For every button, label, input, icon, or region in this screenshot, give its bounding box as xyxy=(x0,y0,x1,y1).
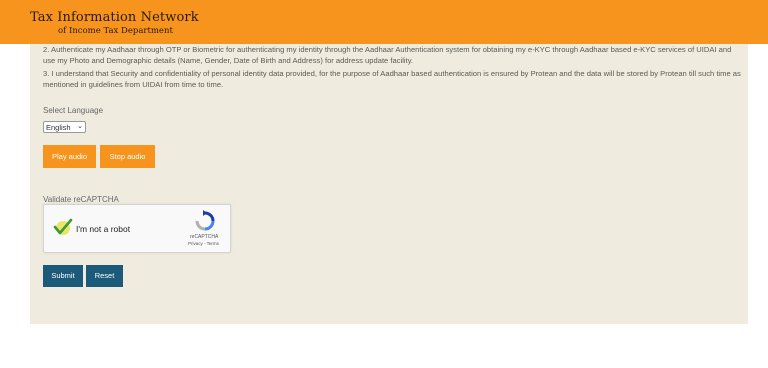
recaptcha-brand: reCAPTCHA xyxy=(190,234,219,240)
language-select[interactable]: English ⌄ xyxy=(43,121,86,133)
chevron-down-icon: ⌄ xyxy=(77,123,83,130)
consent-panel: 2. Authenticate my Aadhaar through OTP o… xyxy=(30,44,748,324)
site-subtitle: of Income Tax Department xyxy=(58,26,173,36)
recaptcha-label: Validate reCAPTCHA xyxy=(43,195,119,204)
recaptcha-checkbox-text: I'm not a robot xyxy=(76,224,131,234)
play-audio-button[interactable]: Play audio xyxy=(43,145,96,168)
consent-paragraph-2: 2. Authenticate my Aadhaar through OTP o… xyxy=(43,45,732,65)
recaptcha-widget[interactable]: I'm not a robot reCAPTCHA Privacy - Term… xyxy=(43,204,231,253)
language-label: Select Language xyxy=(43,106,104,115)
stop-audio-button[interactable]: Stop audio xyxy=(100,145,155,168)
site-title: Tax Information Network xyxy=(30,10,199,25)
reset-button[interactable]: Reset xyxy=(86,265,123,287)
site-header: Tax Information Network of Income Tax De… xyxy=(0,0,768,44)
submit-button[interactable]: Submit xyxy=(43,265,83,287)
language-selected-value: English xyxy=(46,123,71,132)
recaptcha-logo-icon xyxy=(195,210,215,231)
recaptcha-privacy-terms-links[interactable]: Privacy - Terms xyxy=(188,241,219,246)
consent-paragraph-3: 3. I understand that Security and confid… xyxy=(43,69,741,89)
checkmark-icon[interactable] xyxy=(52,217,74,237)
